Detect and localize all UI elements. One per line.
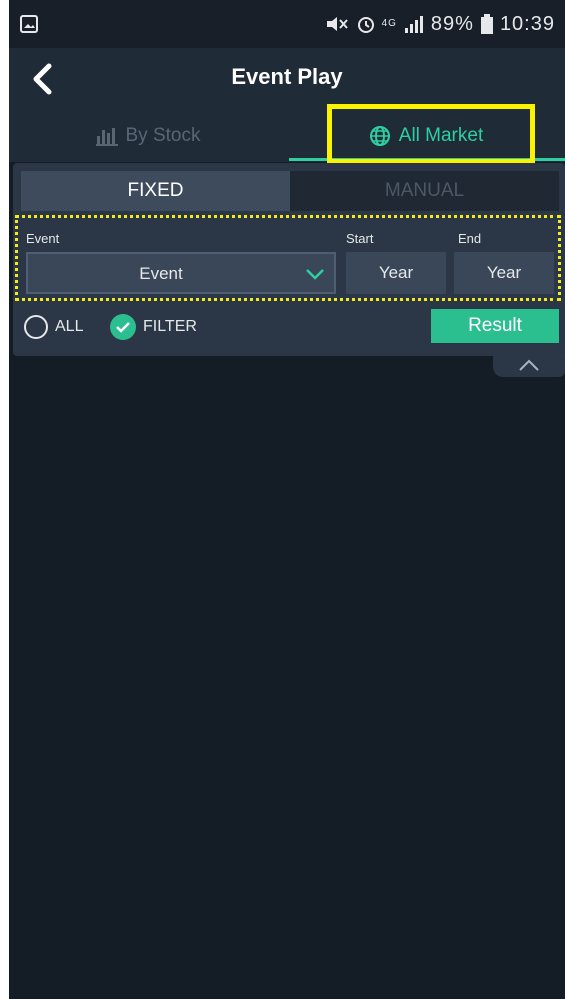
tab-by-stock-label: By Stock — [125, 125, 201, 146]
bar-chart-icon — [95, 128, 118, 146]
battery-percent: 89% — [430, 12, 474, 35]
mode-toggle: FIXED MANUAL — [21, 171, 559, 211]
filter-panel: FIXED MANUAL Event Start End Event Year … — [13, 163, 565, 356]
alarm-icon — [357, 17, 374, 33]
filter-radio-label: FILTER — [143, 318, 197, 335]
gallery-notification-icon — [20, 15, 38, 33]
clock: 10:39 — [499, 12, 555, 35]
signal-icon — [404, 16, 423, 33]
tab-all-market[interactable]: All Market — [287, 110, 565, 162]
app-header: Event Play — [9, 48, 565, 110]
tab-by-stock[interactable]: By Stock — [9, 110, 287, 162]
start-year-select[interactable]: Year — [346, 252, 446, 294]
fixed-tab[interactable]: FIXED — [21, 171, 290, 211]
globe-icon — [369, 126, 390, 146]
event-dropdown[interactable]: Event — [26, 252, 336, 294]
result-button[interactable]: Result — [431, 309, 559, 343]
mute-icon — [326, 17, 348, 31]
filter-radio[interactable]: FILTER — [109, 313, 197, 341]
radio-checked-icon — [110, 314, 136, 340]
battery-icon — [480, 14, 493, 34]
page-title: Event Play — [231, 64, 343, 89]
active-tab-indicator — [289, 158, 565, 161]
chevron-up-icon — [519, 359, 539, 371]
options-row: ALL FILTER Result — [13, 309, 565, 345]
network-type: 4G — [381, 18, 397, 29]
radio-unchecked-icon — [24, 315, 48, 339]
all-radio-label: ALL — [55, 318, 84, 335]
end-year-select[interactable]: Year — [454, 252, 554, 294]
chevron-down-icon — [306, 269, 324, 280]
event-selection-area: Event Start End Event Year Year — [15, 215, 561, 301]
start-label: Start — [346, 231, 374, 246]
tab-all-market-label: All Market — [398, 125, 484, 146]
app-screen: 4G 89% 10:39 Event Play By Stock All Mar… — [9, 0, 565, 999]
manual-tab[interactable]: MANUAL — [290, 171, 559, 211]
event-dropdown-value: Event — [139, 264, 183, 283]
collapse-panel-button[interactable] — [493, 353, 565, 377]
end-label: End — [458, 231, 482, 246]
all-radio[interactable]: ALL — [23, 313, 83, 341]
tab-bar: By Stock All Market — [9, 110, 565, 162]
event-label: Event — [26, 231, 60, 246]
status-bar: 4G 89% 10:39 — [9, 0, 565, 48]
